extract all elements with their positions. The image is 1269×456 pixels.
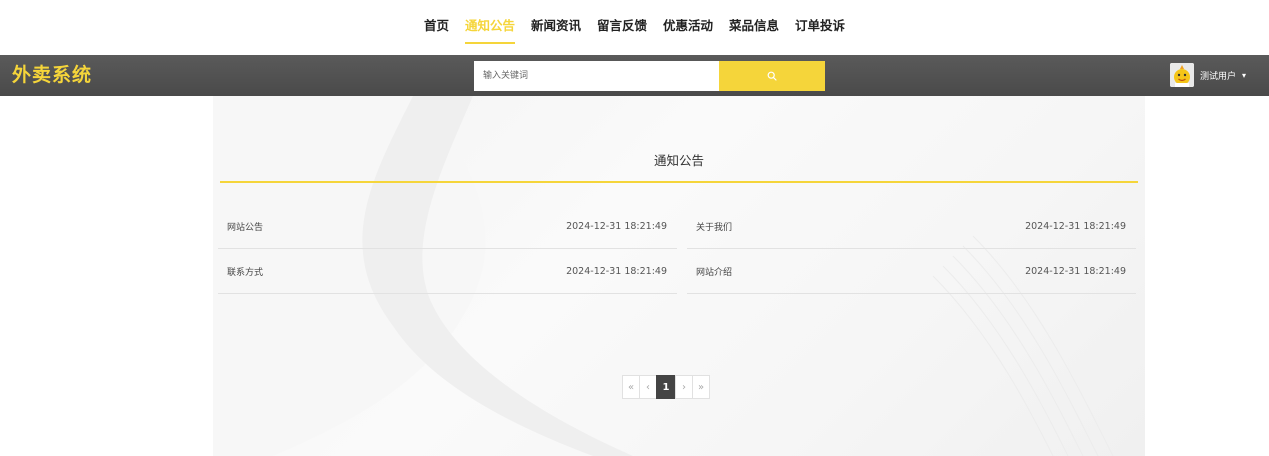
user-avatar-icon [1170,63,1194,87]
nav-item-dishes[interactable]: 菜品信息 [729,18,779,42]
top-nav: 首页 通知公告 新闻资讯 留言反馈 优惠活动 菜品信息 订单投诉 [0,0,1269,55]
notice-title: 联系方式 [227,267,264,278]
notice-time: 2024-12-31 18:21:49 [566,265,667,277]
search-input[interactable] [474,61,719,91]
list-item[interactable]: 联系方式 2024-12-31 18:21:49 [218,249,677,294]
nav-item-home[interactable]: 首页 [424,18,449,42]
page-title: 通知公告 [653,153,704,168]
notice-time: 2024-12-31 18:21:49 [566,220,667,232]
notice-time: 2024-12-31 18:21:49 [1025,220,1126,232]
nav-item-notices[interactable]: 通知公告 [464,18,515,44]
notice-title: 网站介绍 [696,267,733,278]
title-underline [220,181,1138,183]
nav-item-news[interactable]: 新闻资讯 [531,18,581,42]
notice-title: 网站公告 [227,222,264,233]
page-prev-button[interactable]: ‹ [639,375,657,399]
notice-panel: 通知公告 网站公告 2024-12-31 18:21:49 关于我们 2024-… [213,96,1145,456]
nav-item-promotions[interactable]: 优惠活动 [663,18,713,42]
header-bar: 外卖系统 测试用户 ▾ [0,55,1269,96]
search-icon [767,71,777,81]
list-item[interactable]: 网站公告 2024-12-31 18:21:49 [218,204,677,249]
notice-row: 联系方式 2024-12-31 18:21:49 网站介绍 2024-12-31… [218,249,1136,294]
notice-time: 2024-12-31 18:21:49 [1025,265,1126,277]
nav-item-complaints[interactable]: 订单投诉 [795,18,845,42]
search-button[interactable] [719,61,825,91]
user-name: 测试用户 [1200,71,1237,82]
pagination: « ‹ 1 › » [622,375,710,399]
page-current-button[interactable]: 1 [656,375,676,399]
page-last-button[interactable]: » [692,375,710,399]
nav-item-feedback[interactable]: 留言反馈 [597,18,647,42]
page-next-button[interactable]: › [675,375,693,399]
search-bar [474,61,825,91]
notice-row: 网站公告 2024-12-31 18:21:49 关于我们 2024-12-31… [218,204,1136,249]
caret-down-icon: ▾ [1242,70,1247,80]
user-menu[interactable]: 测试用户 ▾ [1170,60,1246,90]
notice-list: 网站公告 2024-12-31 18:21:49 关于我们 2024-12-31… [218,204,1136,294]
list-item[interactable]: 关于我们 2024-12-31 18:21:49 [687,204,1136,249]
list-item[interactable]: 网站介绍 2024-12-31 18:21:49 [687,249,1136,294]
page-first-button[interactable]: « [622,375,640,399]
notice-title: 关于我们 [696,222,733,233]
site-logo[interactable]: 外卖系统 [12,63,92,87]
